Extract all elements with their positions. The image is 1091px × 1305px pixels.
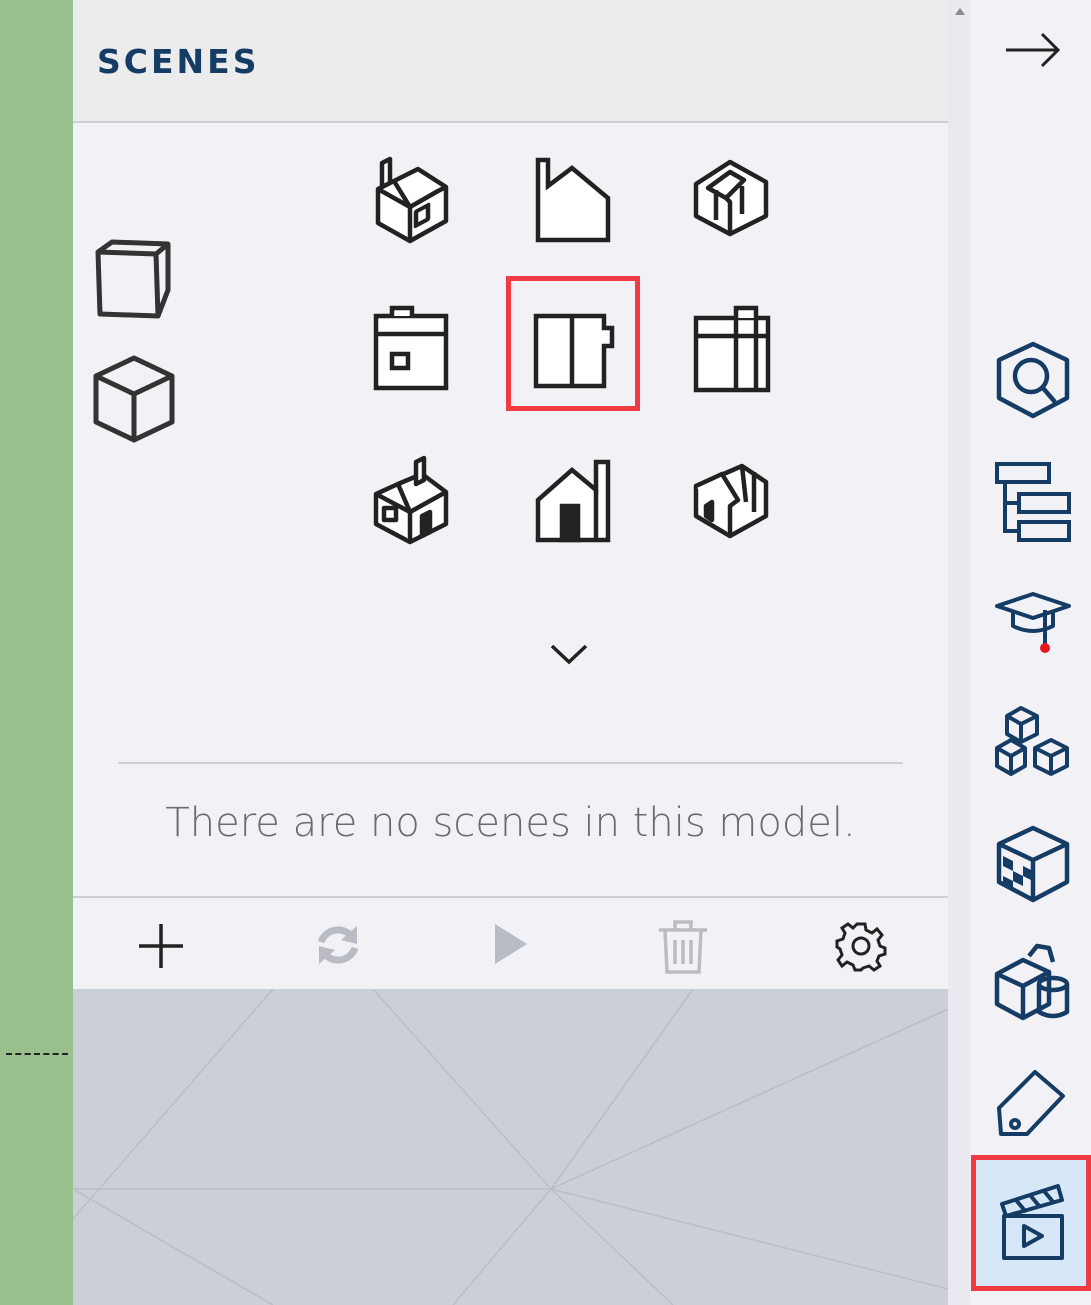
outliner-icon[interactable] — [993, 460, 1073, 544]
panel-empty-area — [73, 989, 948, 1305]
trash-icon[interactable] — [657, 918, 709, 976]
left-elevation-icon[interactable] — [372, 304, 452, 394]
panel-header: SCENES — [73, 0, 948, 123]
chevron-down-icon[interactable] — [548, 640, 590, 668]
front-right-iso-icon[interactable] — [690, 456, 772, 542]
front-elevation-icon[interactable] — [534, 156, 614, 244]
refresh-icon[interactable] — [313, 920, 363, 970]
styles-icon[interactable] — [993, 942, 1073, 1024]
arrow-right-icon[interactable] — [1004, 30, 1062, 70]
scenes-clapper-icon[interactable] — [996, 1180, 1070, 1264]
instructor-icon[interactable] — [993, 588, 1073, 658]
back-left-iso-icon[interactable] — [372, 155, 452, 247]
entity-info-icon[interactable] — [993, 340, 1073, 420]
top-plan-icon[interactable] — [532, 312, 616, 390]
panel-title: SCENES — [97, 42, 260, 81]
right-elevation-icon[interactable] — [692, 304, 774, 394]
background-pattern — [73, 989, 948, 1305]
scenes-toolbar — [73, 896, 948, 991]
add-icon[interactable] — [135, 920, 187, 972]
rail-scrollbar[interactable] — [948, 0, 970, 1305]
axis-line — [6, 1053, 68, 1055]
back-elevation-icon[interactable] — [534, 456, 614, 546]
materials-icon[interactable] — [993, 824, 1073, 904]
iso-view-icon[interactable] — [92, 238, 176, 322]
empty-scenes-message: There are no scenes in this model. — [165, 800, 856, 846]
divider — [118, 762, 903, 764]
gear-icon[interactable] — [835, 920, 887, 972]
model-viewport[interactable] — [0, 0, 73, 1305]
tags-icon[interactable] — [993, 1068, 1069, 1140]
components-icon[interactable] — [993, 704, 1075, 780]
front-left-iso-icon[interactable] — [370, 452, 452, 548]
play-icon[interactable] — [491, 920, 531, 968]
cube-view-icon[interactable] — [90, 352, 178, 446]
notification-dot — [1040, 643, 1050, 653]
back-right-iso-icon[interactable] — [690, 154, 772, 240]
scroll-up-arrow-icon[interactable] — [955, 8, 965, 15]
